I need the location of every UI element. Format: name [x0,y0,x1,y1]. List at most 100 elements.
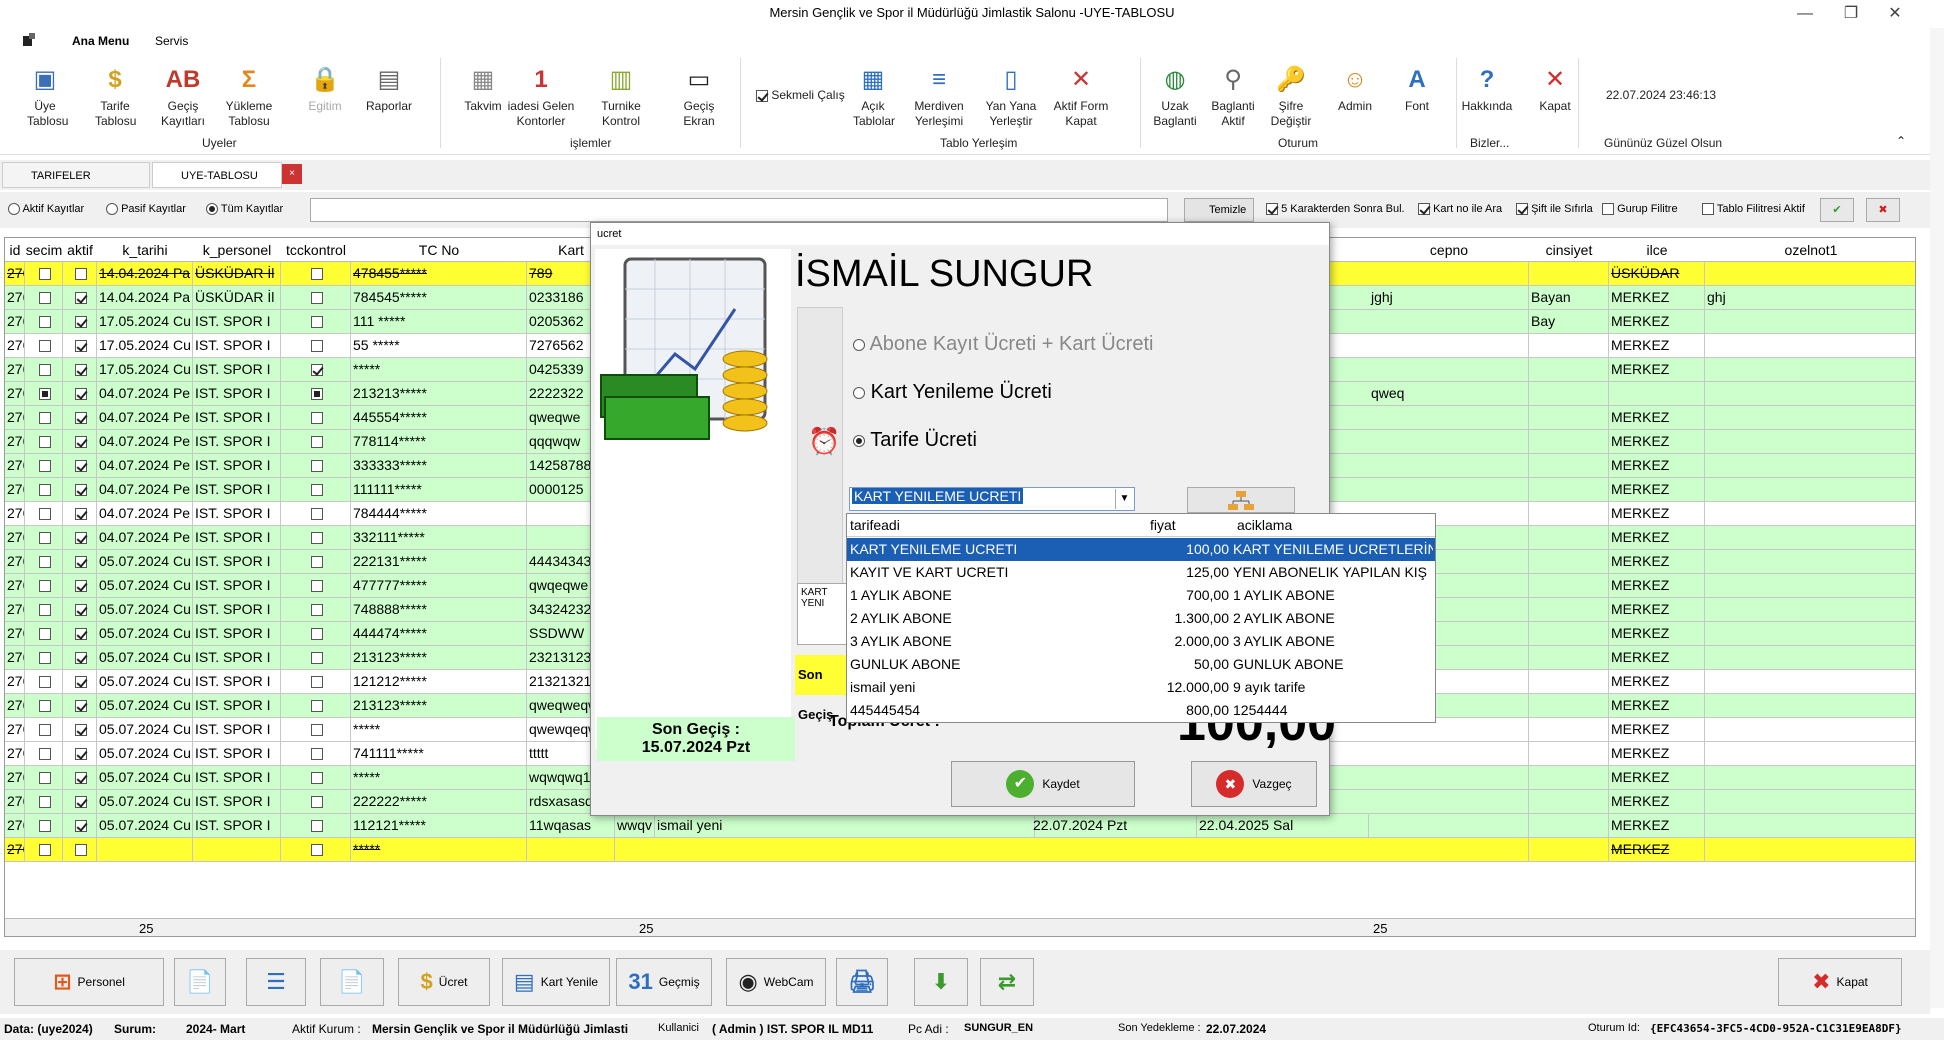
bottom-btn-list-doc[interactable]: ☰ [246,958,306,1006]
bottom-btn-print-doc[interactable]: 🖨 [836,958,888,1006]
row-checkbox[interactable] [74,340,87,353]
ribbon-btn-grid[interactable]: ▦ Açık Tablolar [853,62,895,129]
menu-servis[interactable]: Servis [155,34,188,48]
row-checkbox[interactable] [74,820,87,833]
cancel-filter-icon[interactable]: ✖ [1866,198,1900,222]
column-header-cinsiyet[interactable]: cinsiyet [1529,242,1609,258]
row-checkbox[interactable] [38,532,51,545]
row-checkbox[interactable] [38,628,51,641]
check-kart-no[interactable]: Kart no ile Ara [1418,203,1502,216]
radio-pasif[interactable]: Pasif Kayıtlar [106,203,186,216]
table-row[interactable]: 2764 05.07.2024 CuIST. SPOR I 112121*****1… [5,814,1915,838]
sekmeli-check[interactable]: Sekmeli Çalış [756,88,845,103]
list-item[interactable]: ismail yeni 12.000,00 9 ayık tarife [847,676,1435,699]
bottom-btn-new-doc[interactable]: 📄 [174,958,226,1006]
row-checkbox[interactable] [38,820,51,833]
row-checkbox[interactable] [38,268,51,281]
row-checkbox[interactable] [74,844,87,857]
row-checkbox[interactable] [310,796,323,809]
collapse-ribbon-icon[interactable]: ⌃ [1896,134,1906,149]
temizle-button[interactable]: Temizle [1184,198,1254,222]
ribbon-btn-calendar-one[interactable]: 1 iadesi Gelen Kontorler [506,62,576,129]
row-checkbox[interactable] [38,844,51,857]
ribbon-btn-calendar-grid[interactable]: ▦ Takvim [463,62,503,114]
row-checkbox[interactable] [74,676,87,689]
bottom-btn-money[interactable]: $ Ücret [398,958,490,1006]
row-checkbox[interactable] [38,484,51,497]
row-checkbox[interactable] [38,796,51,809]
row-checkbox[interactable] [74,364,87,377]
row-checkbox[interactable] [74,292,87,305]
row-checkbox[interactable] [38,580,51,593]
column-header-ozelnot1[interactable]: ozelnot1 [1705,242,1915,258]
row-checkbox[interactable] [74,508,87,521]
ribbon-btn-admin[interactable]: ☺ Admin [1335,62,1375,114]
right-scrollbar[interactable] [1930,28,1944,1008]
row-checkbox[interactable] [310,820,323,833]
menu-ana[interactable]: Ana Menu [72,34,129,48]
ribbon-btn-help[interactable]: ? Hakkında [1461,62,1513,114]
row-checkbox[interactable] [310,364,323,377]
row-checkbox[interactable] [310,268,323,281]
row-checkbox[interactable] [310,436,323,449]
row-checkbox[interactable] [38,316,51,329]
row-checkbox[interactable] [310,388,323,401]
row-checkbox[interactable] [38,700,51,713]
row-checkbox[interactable] [310,748,323,761]
row-checkbox[interactable] [38,508,51,521]
ribbon-btn-turnstile[interactable]: ▥ Turnike Kontrol [599,62,643,129]
row-checkbox[interactable] [310,604,323,617]
row-checkbox[interactable] [38,652,51,665]
column-header-cepno[interactable]: cepno [1369,242,1529,258]
row-checkbox[interactable] [74,628,87,641]
row-checkbox[interactable] [74,412,87,425]
tab-uye-tablosu[interactable]: UYE-TABLOSU [152,162,282,188]
row-checkbox[interactable] [310,676,323,689]
row-checkbox[interactable] [74,556,87,569]
row-checkbox[interactable] [310,652,323,665]
row-checkbox[interactable] [38,556,51,569]
radio-tum[interactable]: Tüm Kayıtlar [206,203,283,216]
tarife-tree-button[interactable] [1187,487,1295,513]
list-item[interactable]: KAYIT VE KART UCRETI 125,00 YENI ABONELIK … [847,561,1435,584]
column-header-k_personel[interactable]: k_personel [193,242,281,258]
row-checkbox[interactable] [310,316,323,329]
row-checkbox[interactable] [38,772,51,785]
column-header-k_tarihi[interactable]: k_tarihi [97,242,193,258]
bottom-btn-webcam[interactable]: ◉ WebCam [726,958,826,1006]
row-checkbox[interactable] [74,748,87,761]
ribbon-btn-tile[interactable]: ▯ Yan Yana Yerleştir [985,62,1037,129]
ribbon-btn-sigma[interactable]: Σ Yükleme Tablosu [225,62,273,129]
row-checkbox[interactable] [74,652,87,665]
radio-aktif[interactable]: Aktif Kayıtlar [8,203,84,216]
table-row[interactable]: 2764 ***** MERKEZ [5,838,1915,862]
row-checkbox[interactable] [310,532,323,545]
row-checkbox[interactable] [74,604,87,617]
row-checkbox[interactable] [310,700,323,713]
apply-filter-icon[interactable]: ✔ [1820,198,1854,222]
row-checkbox[interactable] [310,412,323,425]
column-header-ilce[interactable]: ilce [1609,242,1705,258]
ribbon-btn-printer[interactable]: ▤ Raporlar [366,62,412,114]
column-header-tc-no[interactable]: TC No [351,242,527,258]
column-header-secim[interactable]: secim [25,242,63,258]
row-checkbox[interactable] [38,460,51,473]
list-item[interactable]: 445445454 800,00 1254444 [847,699,1435,722]
option-abone-kayit[interactable]: Abone Kayıt Ücreti + Kart Ücreti [853,333,1153,356]
row-checkbox[interactable] [38,388,51,401]
ribbon-btn-screen[interactable]: ▭ Geçiş Ekran [680,62,718,129]
tab-tarifeler[interactable]: TARIFELER [2,162,150,188]
list-item[interactable]: 1 AYLIK ABONE 700,00 1 AYLIK ABONE [847,584,1435,607]
check-sift[interactable]: Şift ile Sıfırla [1516,203,1593,216]
check-5-karakter[interactable]: 5 Karakterden Sonra Bul. [1266,203,1405,216]
row-checkbox[interactable] [310,292,323,305]
column-header-aktif[interactable]: aktif [63,242,97,258]
row-checkbox[interactable] [74,724,87,737]
bottom-btn-windows-logo[interactable]: ⊞ Personel [14,958,164,1006]
row-checkbox[interactable] [74,460,87,473]
row-checkbox[interactable] [310,340,323,353]
option-kart-yenileme[interactable]: Kart Yenileme Ücreti [853,381,1052,404]
search-input[interactable] [310,198,1168,222]
bottom-btn-remove-doc[interactable]: 📄 [320,958,384,1006]
minimize-button[interactable]: — [1782,2,1828,26]
